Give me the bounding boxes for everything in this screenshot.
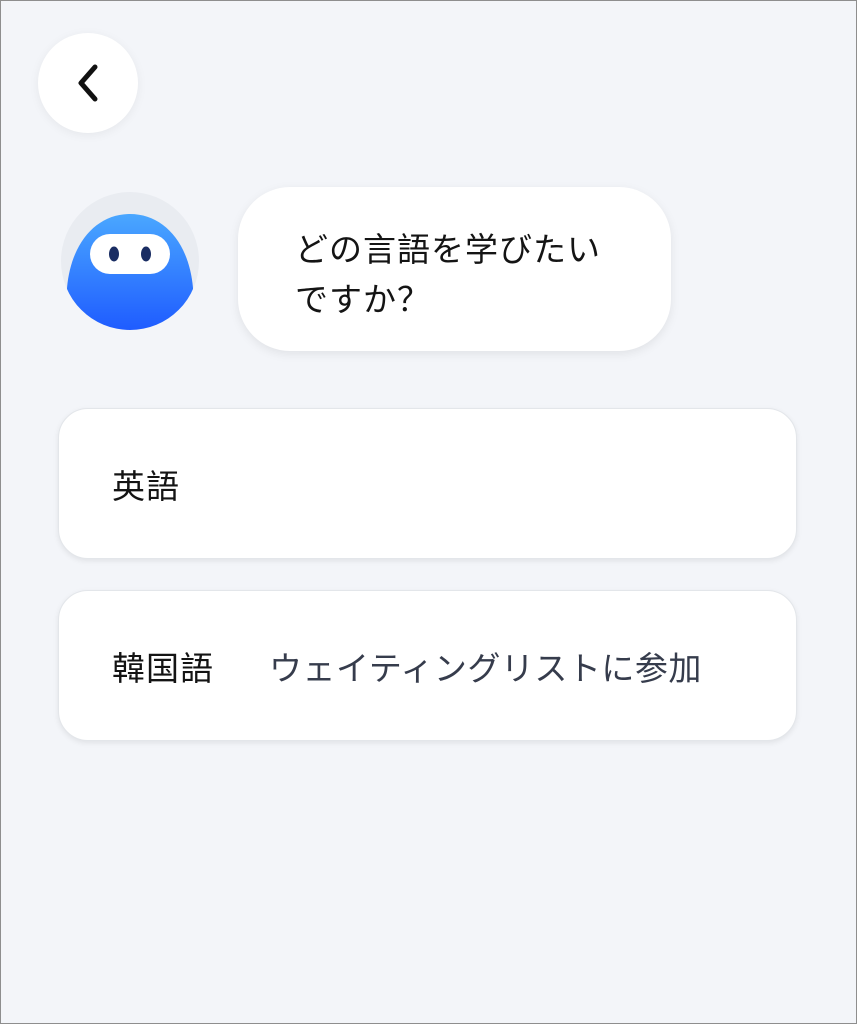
option-label: 英語: [112, 466, 180, 506]
option-label: 韓国語: [112, 648, 214, 688]
chevron-left-icon: [73, 61, 103, 105]
back-button[interactable]: [38, 33, 138, 133]
language-option-korean[interactable]: 韓国語 ウェイティングリストに参加: [58, 590, 797, 741]
language-option-english[interactable]: 英語: [58, 408, 797, 559]
question-text: どの言語を学びたい ですか？: [295, 230, 601, 319]
waitlist-label: ウェイティングリストに参加: [269, 648, 702, 688]
question-bubble: どの言語を学びたい ですか？: [238, 187, 671, 351]
avatar: [61, 192, 199, 330]
robot-mascot-icon: [61, 192, 199, 330]
